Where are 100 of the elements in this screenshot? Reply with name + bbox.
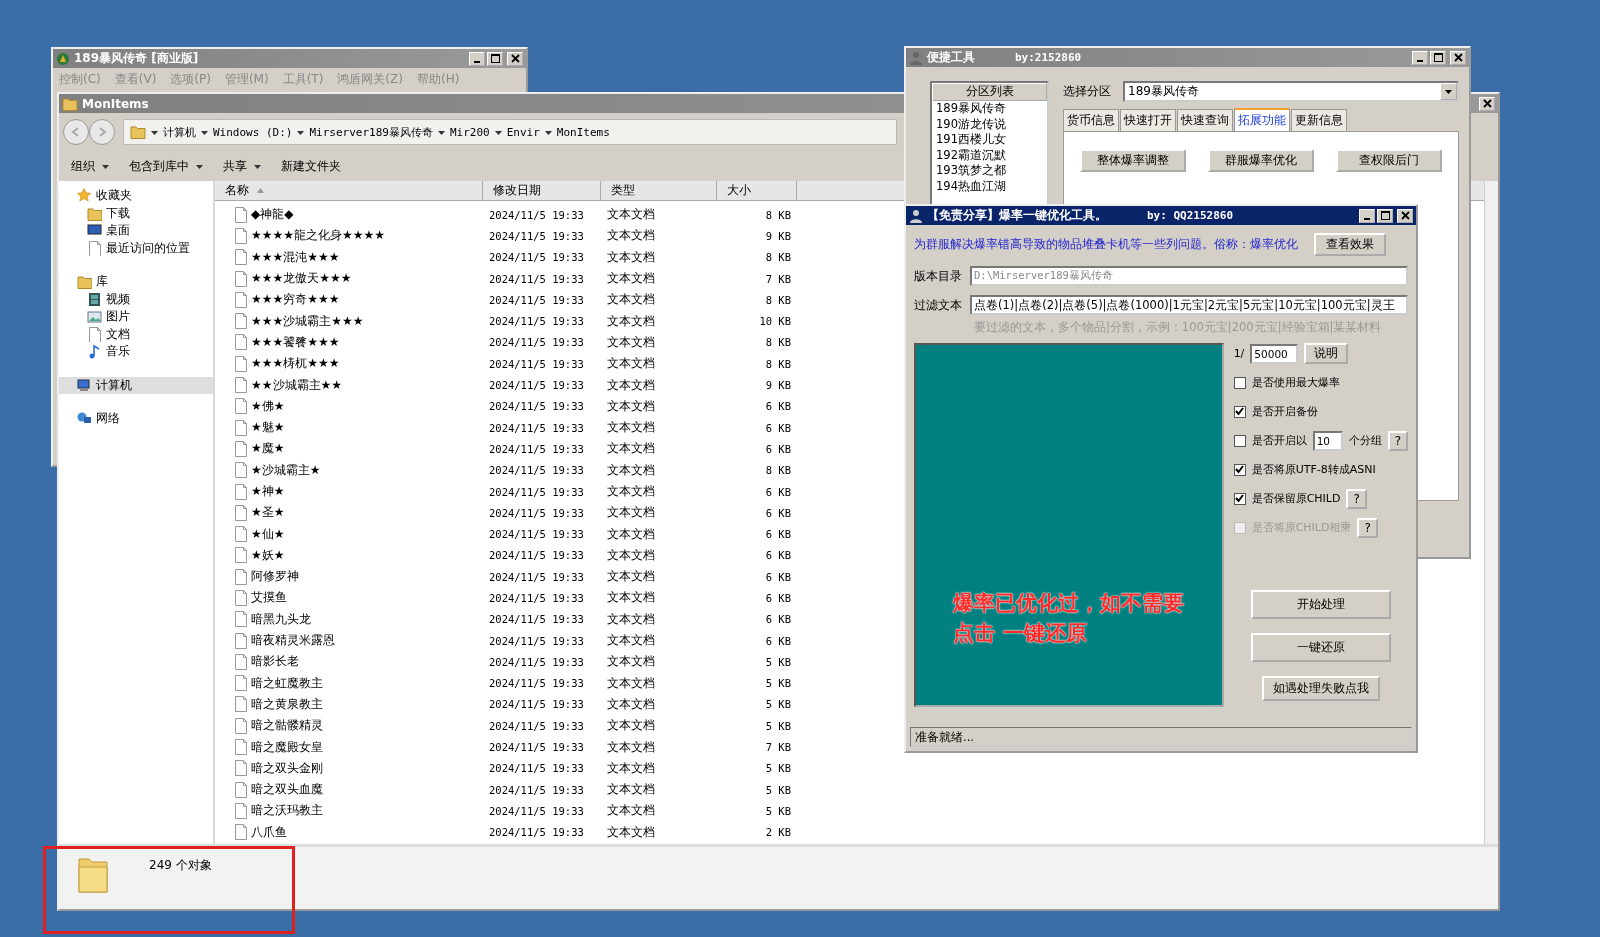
column-header[interactable]: 名称 [215,181,483,200]
file-name[interactable]: 暗夜精灵米露恩 [251,632,335,650]
dropdown[interactable]: 189暴风传奇 [1123,81,1459,102]
file-name[interactable]: ★★★梼杌★★★ [251,355,340,373]
tab[interactable]: 拓展功能 [1234,108,1290,131]
file-name[interactable]: 阿修罗神 [251,568,299,586]
file-name[interactable]: 艾摸鱼 [251,589,287,607]
view-effect-button[interactable]: 查看效果 [1314,232,1386,256]
nav-item[interactable]: 最近访问的位置 [59,239,213,257]
file-name[interactable]: 暗影长老 [251,653,299,671]
minimize-icon [1417,59,1423,62]
column-header[interactable]: 大小 [717,181,797,200]
nav-item[interactable]: 库 [59,273,213,291]
checkbox-label[interactable]: 是否开启备份 [1251,404,1318,419]
document-icon [233,291,247,308]
tab[interactable]: 快速打开 [1120,109,1176,131]
file-name[interactable]: ★★★龙傲天★★★ [251,270,352,288]
breadcrumb-item[interactable]: Mirserver189暴风传奇 [309,124,433,140]
file-name[interactable]: 暗之魔殿女皇 [251,738,323,756]
toolbar-button[interactable]: 共享 [223,157,261,175]
file-name[interactable]: ★圣★ [251,504,285,522]
checkbox[interactable] [1233,405,1246,418]
address-bar[interactable]: 计算机 Windows (D:) Mirserver189暴风传奇 Mir200 Envir MonItems [123,119,897,145]
list-item[interactable]: 189暴风传奇 [932,101,1047,117]
column-header[interactable]: 类型 [601,181,717,200]
toolbar-button[interactable]: 包含到库中 [129,157,203,175]
input-field[interactable]: 10 [1312,430,1343,451]
list-item[interactable]: 194热血江湖 [932,178,1047,194]
breadcrumb-item[interactable]: Envir [506,125,540,139]
list-item[interactable]: 191西楼儿女 [932,132,1047,148]
file-name[interactable]: 八爪鱼 [251,823,287,841]
file-name[interactable]: ★沙城霸主★ [251,461,321,479]
breadcrumb-item[interactable]: 计算机 [163,124,196,140]
file-name[interactable]: ★★★★龍之化身★★★★ [251,227,386,245]
dropdown-button[interactable] [1440,83,1457,100]
file-name[interactable]: ★★★沙城霸主★★★ [251,312,364,330]
nav-item[interactable]: 网络 [59,410,213,428]
checkbox[interactable] [1233,463,1246,476]
file-name[interactable]: 暗之双头金刚 [251,759,323,777]
tab[interactable]: 更新信息 [1291,109,1347,131]
help-button[interactable]: ? [1387,430,1408,451]
file-name[interactable]: 暗之骷髅精灵 [251,717,323,735]
file-name[interactable]: ◆神龍◆ [251,206,294,224]
file-name[interactable]: ★★★饕餮★★★ [251,333,340,351]
toolbar-button[interactable]: 新建文件夹 [281,157,341,175]
nav-item[interactable]: 计算机 [59,376,213,394]
list-item[interactable]: 190游龙传说 [932,116,1047,132]
tab[interactable]: 货币信息 [1063,109,1119,131]
checkbox[interactable] [1233,434,1246,447]
nav-item[interactable]: 音乐 [59,343,213,361]
input-field[interactable]: D:\Mirserver189暴风传奇 [970,266,1408,286]
tab[interactable]: 快速查询 [1177,109,1233,131]
input-field[interactable]: 点卷(1)|点卷(2)|点卷(5)|点卷(1000)|1元宝|2元宝|5元宝|10元宝|100元宝|灵王 [970,295,1408,315]
checkbox[interactable] [1233,376,1246,389]
input-field[interactable]: 50000 [1250,343,1299,364]
file-name[interactable]: ★神★ [251,483,285,500]
checkbox-label[interactable]: 是否开启以 [1251,433,1307,448]
toolbar-button[interactable]: 组织 [71,157,109,175]
file-name[interactable]: ★仙★ [251,525,285,543]
column-header[interactable]: 修改日期 [483,181,601,200]
maximize-button[interactable] [1377,208,1393,223]
file-name[interactable]: ★★沙城霸主★★ [251,376,343,394]
list-item[interactable]: 193筑梦之都 [932,163,1047,179]
breadcrumb-item[interactable]: MonItems [556,125,610,139]
nav-item[interactable]: 视频 [59,290,213,308]
checkbox-label[interactable]: 是否保留原CHILD [1251,491,1341,506]
file-name[interactable]: 暗黑九头龙 [251,610,311,628]
file-name[interactable]: ★佛★ [251,397,285,415]
file-name[interactable]: 暗之沃玛教主 [251,802,323,820]
file-name[interactable]: ★★★穷奇★★★ [251,291,340,309]
action-button[interactable]: 开始处理 [1250,590,1391,619]
action-button[interactable]: 如遇处理失败点我 [1261,676,1380,701]
checkbox[interactable] [1233,492,1246,505]
file-name[interactable]: 暗之黄泉教主 [251,695,323,713]
nav-item[interactable]: 收藏夹 [59,187,213,205]
button[interactable]: 查权限后门 [1336,149,1442,172]
checkbox-label[interactable]: 是否将原UTF-8转成ASNI [1251,462,1376,477]
scrollbar[interactable] [1484,181,1498,844]
minimize-button[interactable] [1359,208,1375,223]
help-button[interactable]: ? [1346,488,1367,509]
file-name[interactable]: 暗之虹魔教主 [251,674,323,692]
file-name[interactable]: 暗之双头血魔 [251,781,323,799]
file-name[interactable]: ★魅★ [251,419,285,437]
window-title: 189暴风传奇 [商业版] [74,50,199,67]
nav-item[interactable]: 下载 [59,204,213,222]
file-name[interactable]: ★魔★ [251,440,285,458]
nav-item[interactable]: 桌面 [59,222,213,240]
button[interactable]: 群服爆率优化 [1208,149,1314,172]
close-button[interactable] [1397,208,1413,223]
nav-item[interactable]: 文档 [59,325,213,343]
file-name[interactable]: ★★★混沌★★★ [251,248,340,266]
file-name[interactable]: ★妖★ [251,546,285,564]
breadcrumb-item[interactable]: Windows (D:) [213,125,293,139]
action-button[interactable]: 一键还原 [1250,633,1391,662]
nav-item[interactable]: 图片 [59,308,213,326]
list-item[interactable]: 192霸道沉默 [932,147,1047,163]
button[interactable]: 整体爆率调整 [1080,149,1186,172]
breadcrumb-item[interactable]: Mir200 [449,125,490,139]
help-button[interactable]: 说明 [1304,343,1349,364]
checkbox-label[interactable]: 是否使用最大爆率 [1251,375,1340,390]
